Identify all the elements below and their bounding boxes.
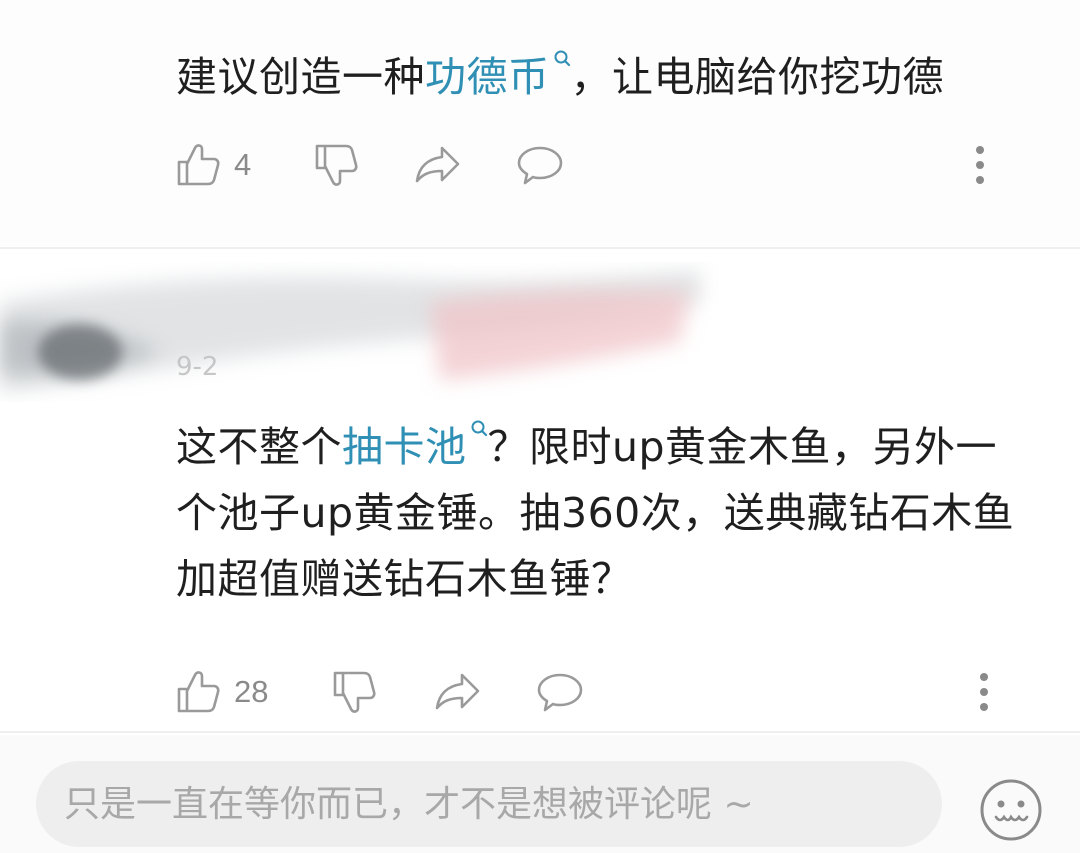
thumb-down-icon	[333, 671, 376, 713]
comment-text: 建议创造一种功德币 ，让电脑给你挖功德	[176, 44, 1024, 110]
search-icon	[471, 420, 487, 437]
reply-button[interactable]	[536, 667, 584, 717]
share-button[interactable]	[434, 667, 482, 717]
comment-input[interactable]	[36, 761, 942, 847]
thumb-up-icon	[177, 144, 220, 186]
comment-text: 这不整个抽卡池 ？限时up黄金木鱼，另外一个池子up黄金锤。抽360次，送典藏钻石…	[176, 414, 1024, 612]
comment-actions: 4	[176, 140, 1080, 190]
search-link-label[interactable]: 抽卡池	[342, 423, 467, 471]
comment-text-after: ，让电脑给你挖功德	[570, 53, 944, 101]
dislike-button[interactable]	[332, 667, 378, 717]
divider	[0, 731, 1080, 733]
dislike-button[interactable]	[314, 140, 360, 190]
emoji-icon[interactable]	[978, 777, 1044, 843]
share-icon	[435, 673, 480, 710]
share-icon	[415, 146, 460, 183]
search-icon	[554, 50, 570, 67]
share-button[interactable]	[414, 140, 462, 190]
comment-card: 建议创造一种功德币 ，让电脑给你挖功德 4	[0, 0, 1080, 248]
comment-input-bar	[0, 735, 1080, 853]
reply-button[interactable]	[516, 140, 564, 190]
comment-date: 9-2	[176, 352, 219, 382]
more-button[interactable]	[972, 140, 988, 190]
search-link[interactable]: 功德币	[425, 50, 571, 101]
redacted-user-info	[0, 270, 700, 392]
more-button[interactable]	[976, 667, 992, 717]
like-count: 28	[234, 674, 269, 709]
search-link[interactable]: 抽卡池	[342, 420, 488, 471]
more-vertical-icon	[980, 673, 988, 711]
thumb-down-icon	[315, 144, 358, 186]
thumb-up-icon	[177, 671, 220, 713]
reply-icon	[517, 146, 563, 185]
like-button[interactable]: 4	[176, 140, 251, 190]
search-link-label[interactable]: 功德币	[425, 53, 550, 101]
like-button[interactable]: 28	[176, 667, 268, 717]
reply-icon	[537, 673, 583, 712]
like-count: 4	[234, 147, 252, 182]
divider	[0, 247, 1080, 249]
more-vertical-icon	[976, 146, 984, 184]
comment-actions: 28	[176, 667, 1080, 717]
comment-text-before: 建议创造一种	[176, 53, 425, 101]
comment-text-before: 这不整个	[176, 423, 342, 471]
